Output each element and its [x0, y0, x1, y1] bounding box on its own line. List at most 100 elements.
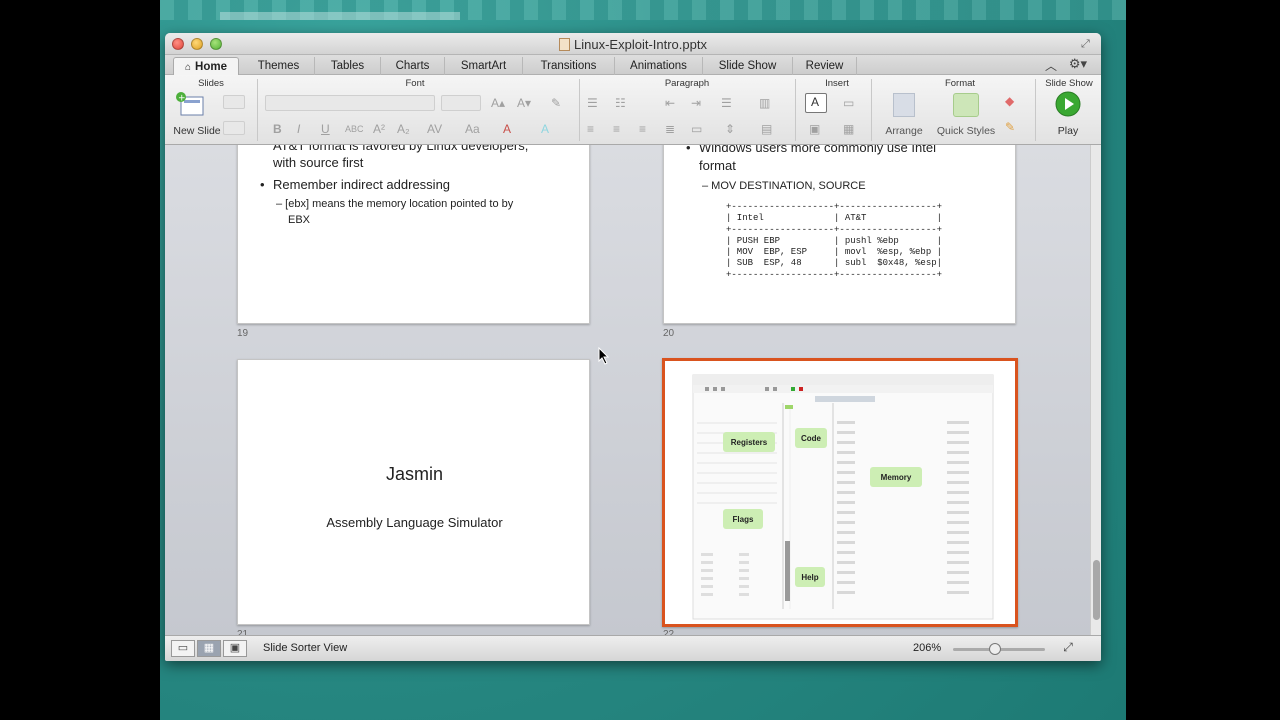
shape-icon[interactable]: ▭ [843, 95, 854, 111]
callout-code: Code [801, 434, 821, 443]
underline-icon[interactable]: U [321, 121, 330, 137]
line-spacing-icon[interactable]: ☰ [721, 95, 732, 111]
tab-smartart[interactable]: SmartArt [445, 57, 523, 75]
tab-transitions[interactable]: Transitions [523, 57, 615, 75]
powerpoint-window: Linux-Exploit-Intro.pptx ⤢ ⌂ Home Themes … [165, 33, 1101, 661]
new-slide-icon: + [176, 92, 204, 116]
gear-icon[interactable]: ⚙▾ [1069, 56, 1087, 72]
slide-text: Windows users more commonly use Intel [699, 145, 936, 155]
scrollbar-thumb[interactable] [1093, 560, 1100, 620]
callout-memory: Memory [880, 473, 912, 482]
slide-sorter: AT&T format is favored by Linux develope… [165, 145, 1101, 635]
view-label: Slide Sorter View [263, 642, 348, 654]
increase-indent-icon[interactable]: ⇥ [691, 95, 701, 111]
shrink-font-icon[interactable]: A▾ [517, 95, 531, 111]
grow-font-icon[interactable]: A▴ [491, 95, 505, 111]
bold-icon[interactable]: B [273, 121, 282, 137]
grid-icon: ▦ [203, 642, 215, 654]
picture-icon[interactable]: ▣ [809, 121, 820, 137]
slide-number: 19 [237, 328, 249, 339]
font-color-icon[interactable]: A [503, 121, 511, 137]
align-left-icon[interactable]: ≡ [587, 121, 594, 137]
slide-show-view-button[interactable]: ▣ [223, 640, 247, 657]
status-bar: ▭ ▦ ▣ Slide Sorter View 206% ⤢ [165, 635, 1101, 661]
callout-help: Help [801, 573, 819, 582]
superscript-icon[interactable]: A² [373, 121, 385, 137]
tab-charts[interactable]: Charts [381, 57, 445, 75]
layout-button[interactable] [223, 95, 245, 109]
align-text-icon[interactable]: ▤ [761, 121, 772, 137]
quick-styles-label: Quick Styles [936, 125, 996, 137]
normal-view-icon: ▭ [177, 642, 189, 654]
jasmin-screenshot [692, 374, 994, 620]
subscript-icon[interactable]: A₂ [397, 121, 410, 137]
arrange-label: Arrange [885, 125, 923, 137]
divider [1035, 79, 1036, 141]
text-box-icon[interactable]: ▭ [691, 121, 702, 137]
zoom-slider-thumb[interactable] [989, 643, 1002, 655]
mouse-cursor-icon [598, 347, 610, 365]
slide-thumbnail-19[interactable]: AT&T format is favored by Linux develope… [237, 145, 590, 324]
arrange-button[interactable]: Arrange [877, 91, 931, 141]
play-button[interactable]: Play [1045, 91, 1091, 141]
quick-styles-button[interactable]: Quick Styles [935, 91, 997, 141]
tab-themes[interactable]: Themes [243, 57, 315, 75]
fullscreen-icon[interactable]: ⤢ [1081, 38, 1093, 50]
tab-slide-show[interactable]: Slide Show [703, 57, 793, 75]
font-name-select[interactable] [265, 95, 435, 111]
group-label-paragraph: Paragraph [664, 78, 710, 89]
tab-home[interactable]: ⌂ Home [173, 57, 239, 75]
syntax-table: +-------------------+------------------+… [726, 202, 943, 280]
strikethrough-icon[interactable]: ABC [345, 121, 364, 137]
fill-icon[interactable]: ◆ [1005, 93, 1014, 109]
change-case-icon[interactable]: Aa [465, 121, 480, 137]
align-right-icon[interactable]: ≡ [639, 121, 646, 137]
slide-title: Jasmin [385, 464, 443, 484]
zoom-value[interactable]: 206% [913, 642, 941, 654]
line-icon[interactable]: ✎ [1005, 119, 1015, 135]
play-icon [1055, 91, 1081, 117]
align-center-icon[interactable]: ≡ [613, 121, 620, 137]
group-label-insert: Insert [825, 78, 849, 89]
play-label: Play [1057, 125, 1079, 137]
arrange-icon [893, 93, 915, 117]
tab-tables[interactable]: Tables [315, 57, 381, 75]
slide-thumbnail-21[interactable]: Jasmin Assembly Language Simulator [237, 359, 590, 625]
callout-flags: Flags [732, 515, 754, 524]
tab-review[interactable]: Review [793, 57, 857, 75]
media-icon[interactable]: ▦ [843, 121, 854, 137]
slide-text: Remember indirect addressing [273, 177, 451, 192]
italic-icon[interactable]: I [297, 121, 300, 137]
char-spacing-icon[interactable]: AV [427, 121, 442, 137]
vertical-scrollbar[interactable] [1090, 145, 1101, 635]
divider [795, 79, 796, 141]
slide-thumbnail-22[interactable]: Registers Code Memory Flags Help [662, 358, 1018, 627]
decrease-indent-icon[interactable]: ⇤ [665, 95, 675, 111]
columns-icon[interactable]: ▥ [759, 95, 770, 111]
callout-registers: Registers [730, 438, 768, 447]
text-effects-icon[interactable]: A [541, 121, 549, 137]
text-box-insert-button[interactable]: A [805, 93, 827, 113]
bullet-icon: • [686, 145, 691, 155]
ribbon-tabs: ⌂ Home Themes Tables Charts SmartArt Tran… [165, 55, 1101, 75]
justify-icon[interactable]: ≣ [665, 121, 675, 137]
normal-view-button[interactable]: ▭ [171, 640, 195, 657]
numbering-icon[interactable]: ☷ [615, 95, 626, 111]
group-label-slides: Slides [198, 78, 224, 89]
quick-styles-icon [953, 93, 979, 117]
ribbon-collapse-icon[interactable]: ︿ [1045, 57, 1057, 74]
clear-format-icon[interactable]: ✎ [551, 95, 561, 111]
fit-to-window-icon[interactable]: ⤢ [1059, 640, 1077, 658]
new-slide-button[interactable]: + New Slide [169, 89, 221, 139]
tab-animations[interactable]: Animations [615, 57, 703, 75]
section-button[interactable] [223, 121, 245, 135]
bullets-icon[interactable]: ☰ [587, 95, 598, 111]
title-bar[interactable]: Linux-Exploit-Intro.pptx ⤢ [165, 33, 1101, 55]
font-size-select[interactable] [441, 95, 481, 111]
slide-text: – [ebx] means the memory location pointe… [276, 198, 514, 210]
slide-sorter-view-button[interactable]: ▦ [197, 640, 221, 657]
slide-thumbnail-20[interactable]: • Windows users more commonly use Intel … [663, 145, 1016, 324]
text-direction-icon[interactable]: ⇕ [725, 121, 735, 137]
divider [579, 79, 580, 141]
slide-text: AT&T format is favored by Linux develope… [273, 145, 529, 153]
